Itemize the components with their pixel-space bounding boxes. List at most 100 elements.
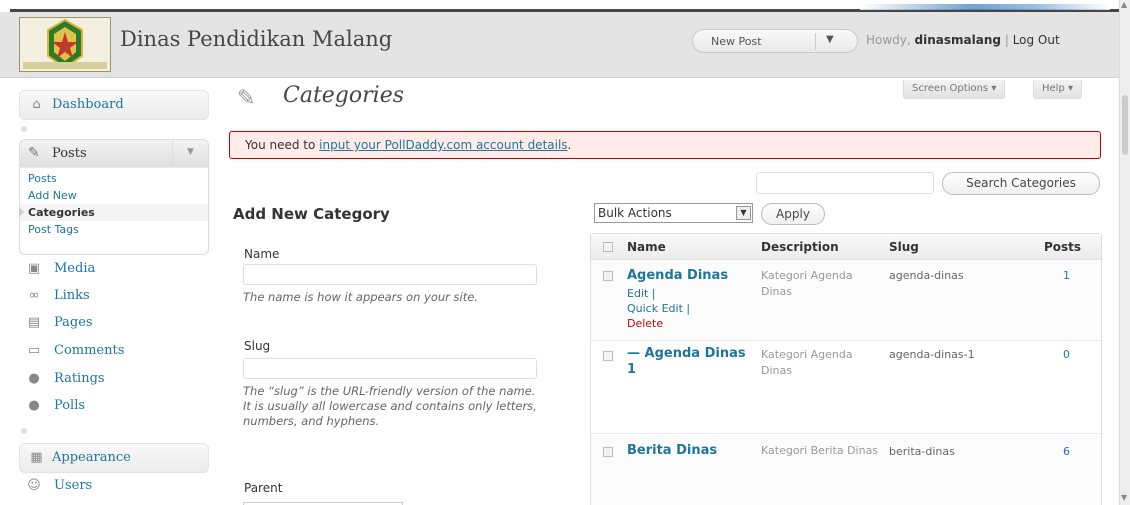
column-header-description[interactable]: Description — [761, 240, 839, 254]
current-caret-icon — [19, 207, 24, 217]
category-post-count[interactable]: 1 — [1063, 269, 1070, 282]
sidebar-item-comments[interactable]: ▭ Comments — [19, 338, 209, 365]
column-header-posts[interactable]: Posts — [1044, 240, 1081, 254]
row-checkbox[interactable] — [603, 271, 613, 281]
sidebar-item-ratings[interactable]: ● Ratings — [19, 366, 209, 393]
dropdown-separator — [815, 33, 816, 50]
chevron-down-icon[interactable]: ▼ — [826, 34, 834, 45]
delete-link[interactable]: Delete — [627, 316, 663, 331]
help-button[interactable]: Help ▾ — [1033, 80, 1082, 99]
category-slug-input[interactable] — [243, 358, 537, 379]
column-header-name[interactable]: Name — [627, 240, 666, 254]
scroll-down-arrow-icon[interactable]: ▼ — [1121, 493, 1127, 502]
category-description: Kategori Agenda Dinas — [761, 269, 853, 298]
sidebar-item-label: Dashboard — [52, 97, 124, 112]
sidebar-item-label: Media — [54, 261, 96, 276]
category-post-count[interactable]: 0 — [1063, 348, 1070, 361]
search-categories-button[interactable]: Search Categories — [942, 172, 1100, 195]
sidebar-item-dashboard[interactable]: ⌂ Dashboard — [19, 90, 209, 120]
table-row: — Agenda Dinas 1 Kategori Agenda Dinas a… — [591, 342, 1101, 434]
howdy-prefix: Howdy, — [866, 33, 911, 47]
apply-button[interactable]: Apply — [761, 203, 825, 225]
sidebar-item-appearance[interactable]: ▦ Appearance — [19, 443, 209, 473]
sidebar-item-label: Appearance — [52, 450, 131, 465]
logout-link[interactable]: Log Out — [1013, 33, 1060, 47]
submenu-item-posts[interactable]: Posts — [20, 170, 208, 187]
scrollbar-thumb[interactable] — [1122, 95, 1128, 155]
submenu-item-add-new[interactable]: Add New — [20, 187, 208, 204]
sidebar-item-media[interactable]: ▣ Media — [19, 256, 209, 283]
ratings-icon: ● — [28, 371, 40, 386]
sidebar-item-label: Ratings — [54, 371, 105, 386]
sidebar-item-users[interactable]: ☺ Users — [19, 473, 209, 500]
chevron-down-icon[interactable]: ▼ — [736, 206, 751, 220]
pushpin-icon: ✎ — [237, 86, 256, 111]
row-checkbox[interactable] — [603, 447, 613, 457]
category-name-link[interactable]: Agenda Dinas — [627, 268, 751, 284]
menu-separator — [21, 126, 27, 132]
category-name-link[interactable]: Berita Dinas — [627, 443, 751, 459]
table-row: Berita Dinas Kategori Berita Dinas berit… — [591, 435, 1101, 505]
sidebar-item-label: Links — [54, 288, 90, 303]
posts-submenu: Posts Add New Categories Post Tags — [19, 167, 209, 255]
column-header-slug[interactable]: Slug — [889, 240, 919, 254]
sidebar-item-polls[interactable]: ● Polls — [19, 393, 209, 420]
user-info: Howdy, dinasmalang | Log Out — [866, 33, 1060, 47]
screen-options-button[interactable]: Screen Options ▾ — [903, 80, 1006, 99]
link-icon: ∞ — [28, 288, 40, 303]
chevron-down-icon[interactable]: ▼ — [187, 147, 194, 157]
categories-table: Name Description Slug Posts Agenda Dinas… — [590, 233, 1102, 505]
slug-label: Slug — [244, 339, 271, 353]
name-label: Name — [244, 247, 280, 261]
submenu-item-post-tags[interactable]: Post Tags — [20, 221, 208, 238]
table-row: Agenda Dinas Edit | Quick Edit | Delete … — [591, 261, 1101, 341]
user-separator: | — [1004, 33, 1009, 47]
submenu-toggle[interactable]: ▼ — [172, 140, 208, 167]
notice-text: You need to input your PollDaddy.com acc… — [245, 138, 571, 152]
new-post-link[interactable]: New Post — [711, 35, 762, 48]
comments-icon: ▭ — [27, 343, 41, 358]
sidebar-item-label: Pages — [54, 315, 93, 330]
sidebar-item-label: Comments — [54, 343, 125, 358]
notice-account-link[interactable]: input your PollDaddy.com account details — [319, 138, 567, 152]
users-icon: ☺ — [27, 478, 41, 493]
notice-text-after: . — [567, 138, 572, 152]
top-blue-glow — [860, 4, 1110, 10]
sidebar-item-pages[interactable]: ▤ Pages — [19, 310, 209, 337]
category-post-count[interactable]: 6 — [1063, 445, 1070, 458]
category-name-input[interactable] — [243, 264, 537, 285]
sidebar-item-label: Polls — [54, 398, 86, 413]
select-all-checkbox[interactable] — [603, 242, 613, 252]
error-notice: You need to input your PollDaddy.com acc… — [229, 131, 1101, 159]
vertical-scrollbar[interactable]: ▲ ▼ — [1119, 0, 1130, 505]
appearance-icon: ▦ — [30, 450, 43, 465]
site-title[interactable]: Dinas Pendidikan Malang — [120, 27, 392, 51]
sidebar-item-posts[interactable]: ✎ Posts ▼ — [19, 139, 209, 167]
category-slug: agenda-dinas — [889, 269, 964, 282]
username-link[interactable]: dinasmalang — [915, 33, 1001, 47]
parent-label: Parent — [244, 481, 283, 495]
quick-edit-link[interactable]: Quick Edit | — [627, 301, 690, 316]
sidebar-item-label: Posts — [52, 146, 87, 161]
category-description: Kategori Agenda Dinas — [761, 348, 853, 377]
category-slug: berita-dinas — [889, 445, 955, 458]
category-name-link[interactable]: — Agenda Dinas 1 — [627, 346, 751, 378]
polls-icon: ● — [28, 398, 40, 413]
sidebar-item-links[interactable]: ∞ Links — [19, 283, 209, 310]
submenu-item-categories[interactable]: Categories — [19, 204, 208, 221]
notice-text-before: You need to — [245, 138, 320, 152]
bulk-actions-select[interactable]: Bulk Actions ▼ — [594, 203, 753, 223]
bulk-actions-value: Bulk Actions — [598, 206, 672, 220]
edit-link[interactable]: Edit | — [627, 286, 656, 301]
menu-separator — [21, 428, 27, 434]
favorite-actions-dropdown[interactable]: New Post ▼ — [692, 29, 858, 53]
slug-help-text: The “slug” is the URL-friendly version o… — [243, 384, 537, 428]
top-border — [0, 0, 1130, 12]
row-checkbox[interactable] — [603, 351, 613, 361]
category-description: Kategori Berita Dinas — [761, 444, 879, 457]
site-logo — [19, 17, 111, 72]
scroll-up-arrow-icon[interactable]: ▲ — [1121, 0, 1127, 9]
submenu-item-label: Categories — [28, 206, 95, 219]
sidebar-item-label: Users — [54, 478, 93, 493]
search-input[interactable] — [756, 172, 934, 194]
